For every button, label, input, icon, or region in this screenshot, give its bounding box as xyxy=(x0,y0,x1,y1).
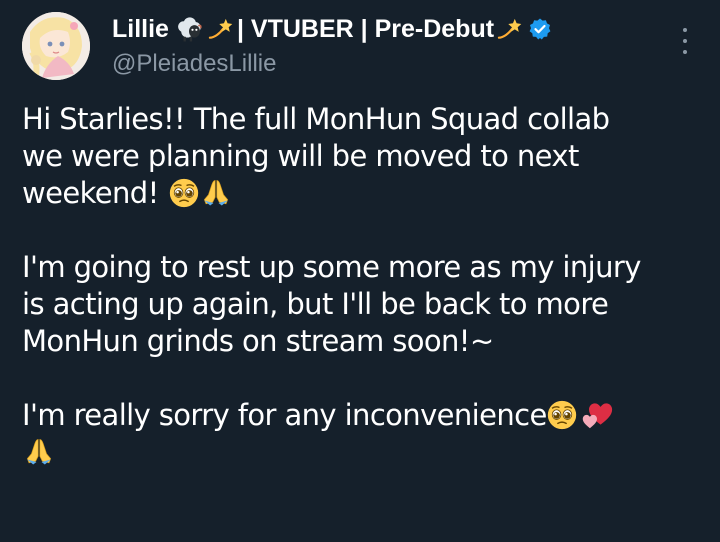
display-name-row[interactable]: Lillie | VTUBER | Pre-Debut xyxy=(112,14,552,44)
dizzy-emoji-icon xyxy=(496,16,522,42)
tweet-line: I'm going to rest up some more as my inj… xyxy=(22,250,641,284)
avatar-illustration xyxy=(22,12,90,80)
verified-badge-icon[interactable] xyxy=(528,17,552,41)
user-handle[interactable]: @PleiadesLillie xyxy=(112,50,552,78)
pleading-face-emoji-icon xyxy=(547,400,577,430)
pleading-face-emoji-icon xyxy=(169,178,199,208)
tweet-line: is acting up again, but I'll be back to … xyxy=(22,287,609,321)
sheep-emoji-icon xyxy=(175,15,203,43)
tweet-line: we were planning will be moved to next xyxy=(22,139,579,173)
tweet-line: Hi Starlies!! The full MonHun Squad coll… xyxy=(22,102,610,136)
author-header: Lillie | VTUBER | Pre-Debut @PleiadesLil… xyxy=(112,14,552,78)
avatar[interactable] xyxy=(22,12,90,80)
tweet-line xyxy=(22,434,702,471)
tweet-line-text: weekend! xyxy=(22,176,159,210)
display-name-suffix[interactable]: | VTUBER | Pre-Debut xyxy=(237,14,494,44)
tweet-text: Hi Starlies!! The full MonHun Squad coll… xyxy=(22,101,702,471)
dizzy-emoji-icon xyxy=(207,16,233,42)
more-options-icon[interactable] xyxy=(678,28,692,54)
tweet-line-text: I'm really sorry for any inconvenience xyxy=(22,398,547,432)
tweet-line: I'm really sorry for any inconvenience xyxy=(22,397,702,434)
tweet-line: weekend! xyxy=(22,175,702,212)
tweet-line: MonHun grinds on stream soon!~ xyxy=(22,324,494,358)
folded-hands-emoji-icon xyxy=(201,178,231,208)
folded-hands-emoji-icon xyxy=(24,437,54,467)
two-hearts-emoji-icon xyxy=(581,398,613,430)
display-name[interactable]: Lillie xyxy=(112,14,169,44)
